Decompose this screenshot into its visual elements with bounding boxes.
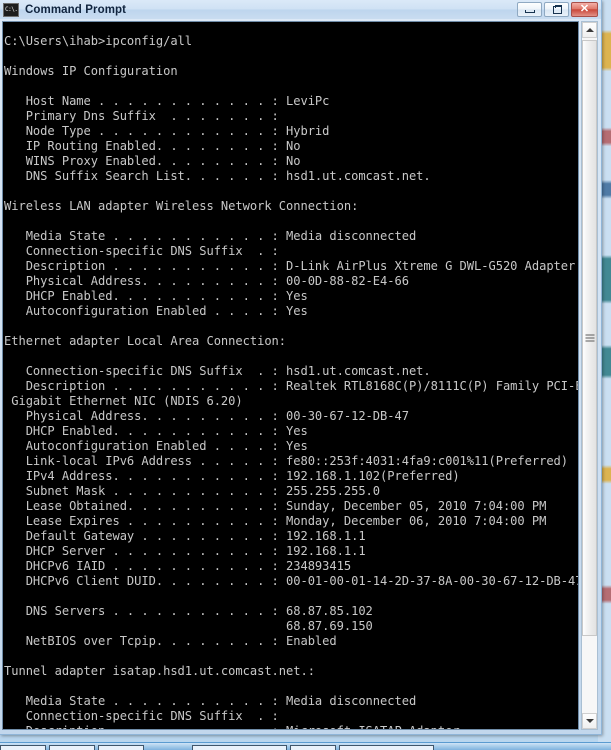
taskbar-button[interactable] bbox=[290, 745, 336, 750]
scroll-down-arrow-icon[interactable] bbox=[582, 713, 597, 729]
window-controls: ✕ bbox=[517, 2, 598, 17]
close-icon: ✕ bbox=[579, 3, 590, 15]
taskbar-button[interactable] bbox=[192, 745, 287, 750]
taskbar-button[interactable] bbox=[339, 745, 434, 750]
scroll-up-arrow-icon[interactable] bbox=[582, 22, 597, 38]
taskbar-button[interactable] bbox=[49, 745, 95, 750]
scrollbar-grip-icon bbox=[585, 334, 594, 342]
taskbar-button[interactable] bbox=[98, 745, 144, 750]
vertical-scrollbar[interactable] bbox=[581, 21, 598, 730]
maximize-restore-button[interactable] bbox=[544, 2, 569, 17]
scrollbar-track[interactable] bbox=[582, 38, 597, 713]
triangle-up-icon bbox=[585, 28, 594, 32]
taskbar[interactable] bbox=[0, 742, 611, 750]
console-output-area[interactable]: C:\Users\ihab>ipconfig/all Windows IP Co… bbox=[2, 21, 579, 730]
minimize-icon bbox=[525, 10, 535, 13]
minimize-button[interactable] bbox=[517, 2, 542, 17]
restore-icon-back bbox=[555, 5, 562, 8]
window-client-area: C:\Users\ihab>ipconfig/all Windows IP Co… bbox=[0, 19, 601, 734]
console-text: C:\Users\ihab>ipconfig/all Windows IP Co… bbox=[4, 34, 579, 729]
console-icon bbox=[3, 2, 19, 17]
scrollbar-thumb[interactable] bbox=[582, 40, 597, 636]
triangle-down-icon bbox=[585, 719, 594, 723]
close-button[interactable]: ✕ bbox=[571, 2, 598, 17]
taskbar-button[interactable] bbox=[0, 745, 46, 750]
command-prompt-window: Command Prompt ✕ C:\Users\ihab>ipconfig/… bbox=[0, 0, 602, 735]
window-title: Command Prompt bbox=[25, 3, 127, 16]
window-titlebar[interactable]: Command Prompt ✕ bbox=[0, 0, 601, 19]
